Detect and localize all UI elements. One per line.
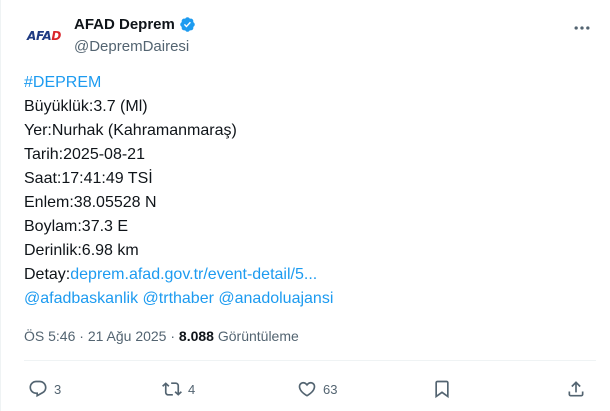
avatar-logo: AFAD [27, 29, 61, 43]
longitude-line: Boylam:37.3 E [24, 218, 129, 235]
post-header: AFAD AFAD Deprem @DepremDairesi [24, 14, 596, 62]
detail-link[interactable]: deprem.afad.gov.tr/event-detail/5... [70, 266, 317, 283]
left-border [0, 0, 1, 411]
post-meta: ÖS 5:46 · 21 Ağu 2025 · 8.088 Görüntülem… [24, 328, 299, 344]
avatar[interactable]: AFAD [24, 16, 64, 56]
date-line: Tarih:2025-08-21 [24, 146, 145, 163]
views-label: Görüntüleme [213, 328, 299, 344]
mention-link-afadbaskanlik[interactable]: @afadbaskanlik [24, 290, 138, 307]
post-text: #DEPREM Büyüklük:3.7 (Ml) Yer:Nurhak (Ka… [24, 71, 584, 311]
magnitude-line: Büyüklük:3.7 (Ml) [24, 98, 148, 115]
repost-count: 4 [188, 381, 196, 397]
views-count[interactable]: 8.088 [179, 328, 214, 344]
like-count: 63 [323, 381, 338, 397]
repost-icon [162, 382, 182, 396]
bookmark-icon [435, 380, 449, 399]
meta-separator: · [75, 328, 88, 344]
actions-divider [24, 360, 596, 361]
author-handle[interactable]: @DepremDairesi [74, 38, 189, 55]
reply-button[interactable]: 3 [28, 375, 61, 403]
depth-line: Derinlik:6.98 km [24, 242, 139, 259]
share-icon [568, 381, 584, 397]
more-options-icon[interactable] [572, 18, 592, 38]
author-name-text: AFAD Deprem [74, 16, 175, 33]
mention-link-trthaber[interactable]: @trthaber [143, 290, 214, 307]
verified-badge-icon [180, 17, 195, 32]
repost-button[interactable]: 4 [162, 375, 195, 403]
reply-count: 3 [54, 381, 62, 397]
bookmark-button[interactable] [432, 375, 452, 403]
post-time[interactable]: ÖS 5:46 [24, 328, 75, 344]
meta-separator-2: · [166, 328, 179, 344]
time-line: Saat:17:41:49 TSİ [24, 170, 153, 187]
action-bar: 3 4 63 [24, 375, 596, 403]
post-date[interactable]: 21 Ağu 2025 [88, 328, 167, 344]
reply-icon [29, 380, 47, 398]
hashtag-link[interactable]: #DEPREM [24, 71, 584, 95]
author-name[interactable]: AFAD Deprem [74, 16, 196, 33]
detail-label: Detay: [24, 266, 71, 283]
share-button[interactable] [566, 375, 586, 403]
mentions-line: @afadbaskanlik @trthaber @anadoluajansi [24, 287, 584, 311]
location-line: Yer:Nurhak (Kahramanmaraş) [24, 122, 237, 139]
latitude-line: Enlem:38.05528 N [24, 194, 157, 211]
mention-link-anadoluajansi[interactable]: @anadoluajansi [218, 290, 333, 307]
heart-icon [298, 381, 316, 397]
like-button[interactable]: 63 [297, 375, 337, 403]
detail-line: Detay:deprem.afad.gov.tr/event-detail/5.… [24, 263, 584, 287]
